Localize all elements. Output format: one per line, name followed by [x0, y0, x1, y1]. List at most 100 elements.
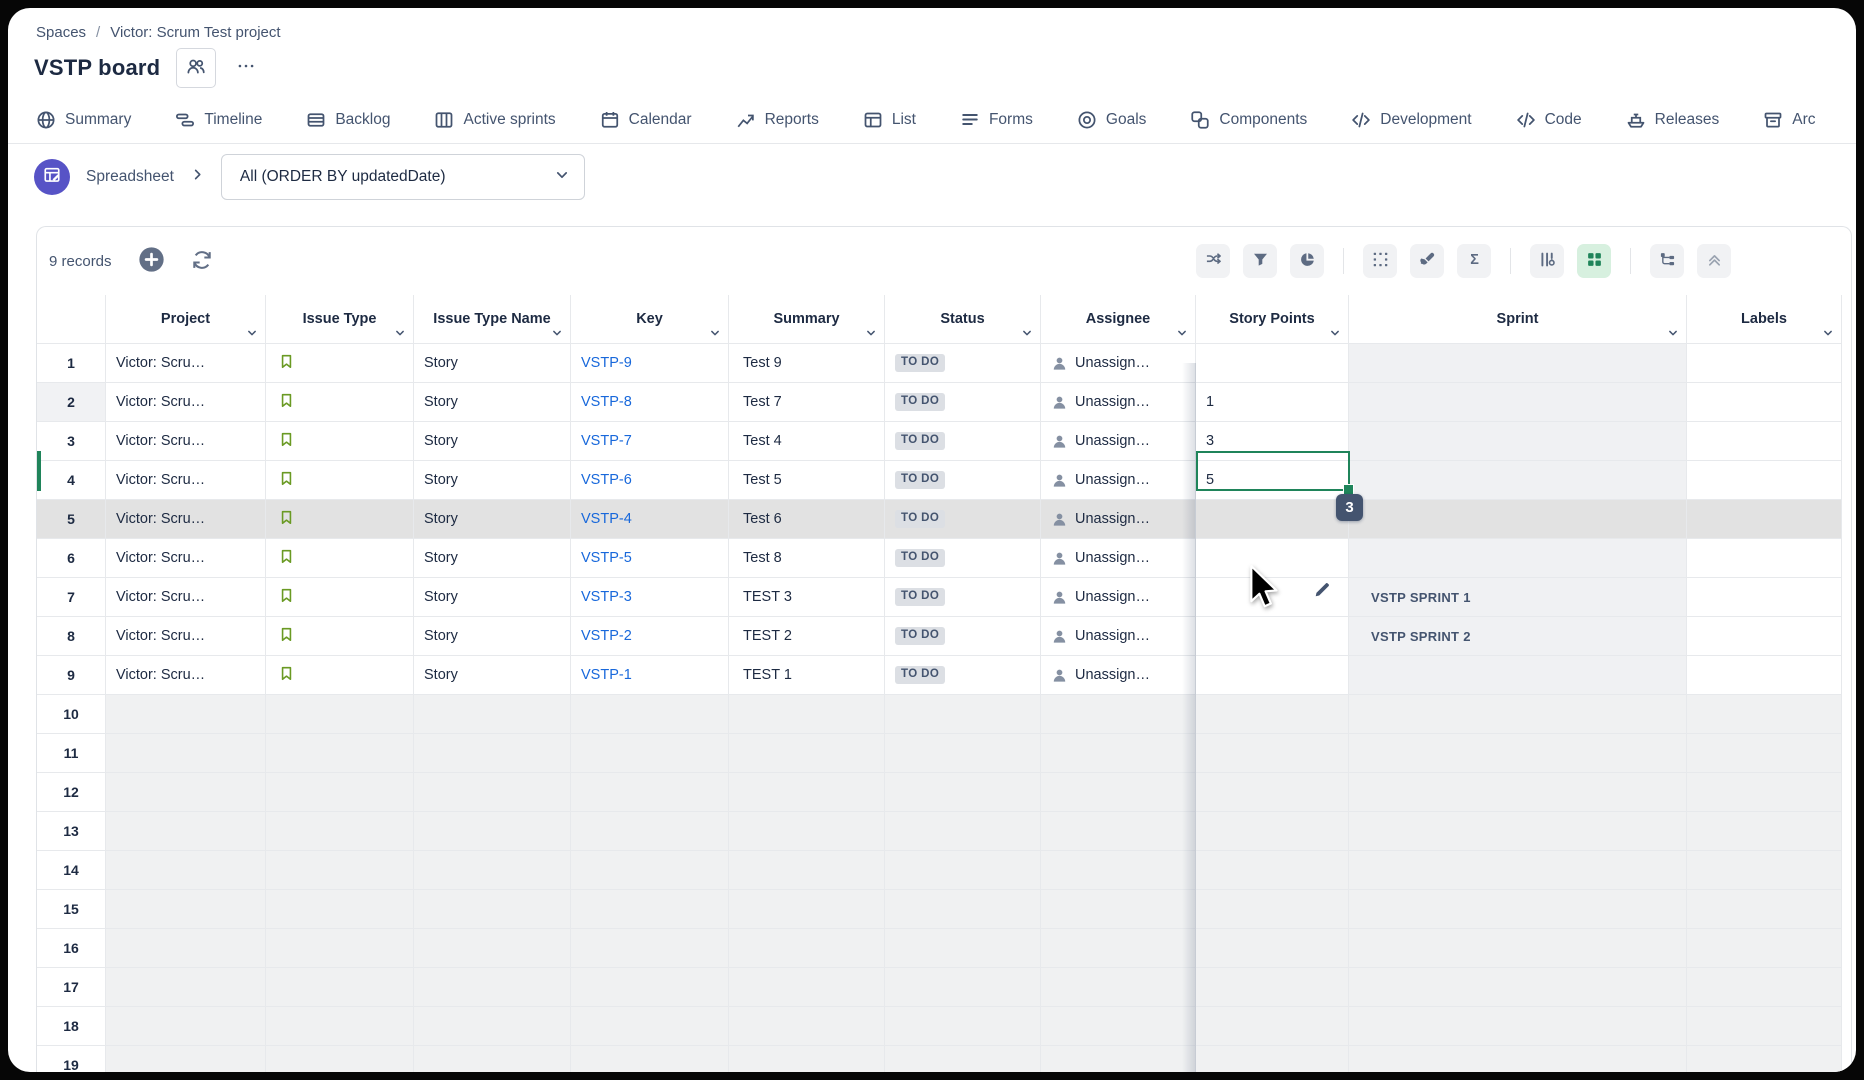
empty-cell[interactable] — [1687, 1046, 1842, 1072]
tab-backlog[interactable]: Backlog — [306, 110, 390, 130]
column-header-labels[interactable]: Labels — [1687, 295, 1842, 344]
empty-cell[interactable] — [1687, 812, 1842, 851]
cell-labels[interactable] — [1687, 461, 1842, 500]
cell-status[interactable]: TO DO — [885, 461, 1041, 500]
empty-cell[interactable] — [106, 734, 266, 773]
column-header-status[interactable]: Status — [885, 295, 1041, 344]
cell-issue-type-name[interactable]: Story — [414, 383, 571, 422]
empty-cell[interactable] — [885, 773, 1041, 812]
cell-status[interactable]: TO DO — [885, 656, 1041, 695]
cell-status[interactable]: TO DO — [885, 617, 1041, 656]
row-number[interactable]: 17 — [37, 968, 106, 1007]
empty-cell[interactable] — [1041, 890, 1196, 929]
empty-cell[interactable] — [1349, 812, 1687, 851]
cell-key[interactable]: VSTP-5 — [571, 539, 729, 578]
cell-issue-type[interactable] — [266, 656, 414, 695]
cell-labels[interactable] — [1687, 539, 1842, 578]
empty-cell[interactable] — [729, 1007, 885, 1046]
empty-cell[interactable] — [106, 851, 266, 890]
empty-cell[interactable] — [1196, 851, 1349, 890]
tab-forms[interactable]: Forms — [960, 110, 1033, 130]
column-header-story-points[interactable]: Story Points — [1196, 295, 1349, 344]
empty-cell[interactable] — [414, 851, 571, 890]
row-number[interactable]: 7 — [37, 578, 106, 617]
cell-key[interactable]: VSTP-3 — [571, 578, 729, 617]
cell-key[interactable]: VSTP-6 — [571, 461, 729, 500]
cell-summary[interactable]: Test 8 — [729, 539, 885, 578]
cell-summary[interactable]: Test 7 — [729, 383, 885, 422]
row-number[interactable]: 19 — [37, 1046, 106, 1072]
board-people-button[interactable] — [176, 48, 216, 88]
empty-cell[interactable] — [885, 695, 1041, 734]
sort-chevron-icon[interactable] — [551, 327, 563, 339]
empty-cell[interactable] — [1687, 851, 1842, 890]
cell-issue-type[interactable] — [266, 344, 414, 383]
cell-key[interactable]: VSTP-4 — [571, 500, 729, 539]
more-menu-button[interactable] — [232, 54, 260, 82]
sort-chevron-icon[interactable] — [246, 327, 258, 339]
cell-assignee[interactable]: Unassign… — [1041, 422, 1196, 461]
cell-issue-type-name[interactable]: Story — [414, 539, 571, 578]
column-header-assignee[interactable]: Assignee — [1041, 295, 1196, 344]
cell-issue-type[interactable] — [266, 422, 414, 461]
empty-cell[interactable] — [1041, 929, 1196, 968]
cell-key[interactable]: VSTP-2 — [571, 617, 729, 656]
empty-cell[interactable] — [106, 929, 266, 968]
empty-cell[interactable] — [885, 968, 1041, 1007]
empty-cell[interactable] — [1349, 968, 1687, 1007]
cell-key[interactable]: VSTP-1 — [571, 656, 729, 695]
empty-cell[interactable] — [1349, 929, 1687, 968]
empty-cell[interactable] — [1687, 968, 1842, 1007]
row-number[interactable]: 12 — [37, 773, 106, 812]
sort-chevron-icon[interactable] — [709, 327, 721, 339]
empty-cell[interactable] — [1349, 1007, 1687, 1046]
cell-assignee[interactable]: Unassign… — [1041, 344, 1196, 383]
row-number[interactable]: 5 — [37, 500, 106, 539]
empty-cell[interactable] — [1041, 851, 1196, 890]
row-number[interactable]: 10 — [37, 695, 106, 734]
collapse-button[interactable] — [1697, 244, 1731, 278]
empty-cell[interactable] — [885, 929, 1041, 968]
empty-cell[interactable] — [266, 851, 414, 890]
empty-cell[interactable] — [885, 890, 1041, 929]
pie-chart-button[interactable] — [1290, 244, 1324, 278]
empty-cell[interactable] — [1687, 734, 1842, 773]
tab-code[interactable]: Code — [1516, 110, 1582, 130]
empty-cell[interactable] — [1196, 734, 1349, 773]
column-header-issue-type-name[interactable]: Issue Type Name — [414, 295, 571, 344]
empty-cell[interactable] — [266, 1046, 414, 1072]
empty-cell[interactable] — [729, 890, 885, 929]
empty-cell[interactable] — [414, 890, 571, 929]
empty-cell[interactable] — [1196, 695, 1349, 734]
empty-cell[interactable] — [1196, 812, 1349, 851]
cell-key[interactable]: VSTP-7 — [571, 422, 729, 461]
tab-active-sprints[interactable]: Active sprints — [434, 110, 555, 130]
empty-cell[interactable] — [571, 734, 729, 773]
empty-cell[interactable] — [729, 812, 885, 851]
empty-cell[interactable] — [729, 929, 885, 968]
cell-sprint[interactable] — [1349, 539, 1687, 578]
issue-key-link[interactable]: VSTP-6 — [581, 472, 632, 488]
empty-cell[interactable] — [1196, 1046, 1349, 1072]
cell-assignee[interactable]: Unassign… — [1041, 461, 1196, 500]
empty-cell[interactable] — [106, 812, 266, 851]
cell-summary[interactable]: Test 9 — [729, 344, 885, 383]
empty-cell[interactable] — [571, 890, 729, 929]
cell-issue-type[interactable] — [266, 578, 414, 617]
brush-button[interactable] — [1410, 244, 1444, 278]
empty-cell[interactable] — [106, 1046, 266, 1072]
empty-cell[interactable] — [1687, 695, 1842, 734]
empty-cell[interactable] — [106, 1007, 266, 1046]
empty-cell[interactable] — [885, 812, 1041, 851]
empty-cell[interactable] — [106, 890, 266, 929]
cell-issue-type-name[interactable]: Story — [414, 422, 571, 461]
columns-settings-button[interactable] — [1530, 244, 1564, 278]
empty-cell[interactable] — [729, 1046, 885, 1072]
cell-labels[interactable] — [1687, 500, 1842, 539]
cell-labels[interactable] — [1687, 617, 1842, 656]
sort-chevron-icon[interactable] — [1329, 327, 1341, 339]
empty-cell[interactable] — [1687, 929, 1842, 968]
row-number[interactable]: 3 — [37, 422, 106, 461]
cell-sprint[interactable]: VSTP SPRINT 2 — [1349, 617, 1687, 656]
empty-cell[interactable] — [1041, 1007, 1196, 1046]
